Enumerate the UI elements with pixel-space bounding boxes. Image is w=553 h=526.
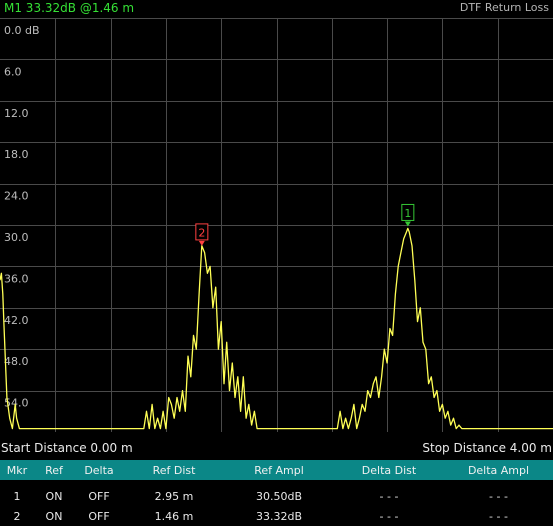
cell-delta: OFF (88, 489, 110, 503)
y-tick-label: 24.0 (4, 190, 29, 203)
distance-range-bar: Start Distance 0.00 m Stop Distance 4.00… (0, 432, 553, 460)
y-tick-label: 36.0 (4, 272, 29, 285)
return-loss-trace (0, 227, 553, 430)
trace-layer (0, 227, 553, 430)
col-header-ref-ampl: Ref Ampl (224, 460, 334, 480)
col-header-mkr: Mkr (0, 460, 34, 480)
table-row[interactable]: 2 ON OFF 1.46 m 33.32dB - - - - - - (0, 506, 553, 526)
marker-pointer-icon (198, 240, 205, 246)
cell-delta-ampl: - - - (489, 509, 508, 523)
y-tick-label: 42.0 (4, 314, 29, 327)
col-header-delta-dist: Delta Dist (334, 460, 444, 480)
marker-table: Mkr Ref Delta Ref Dist Ref Ampl Delta Di… (0, 460, 553, 526)
marker-table-header: Mkr Ref Delta Ref Dist Ref Ampl Delta Di… (0, 460, 553, 480)
cell-mkr: 2 (13, 509, 21, 523)
y-tick-label: 48.0 (4, 355, 29, 368)
cell-ref-ampl: 30.50dB (255, 489, 303, 503)
table-row[interactable]: 1 ON OFF 2.95 m 30.50dB - - - - - - (0, 480, 553, 506)
cell-delta-dist: - - - (379, 489, 399, 503)
marker-label: 2 (198, 226, 205, 239)
y-tick-label: 18.0 (4, 148, 29, 161)
cell-delta-dist: - - - (379, 509, 399, 523)
cell-delta: OFF (88, 509, 110, 523)
col-header-delta-ampl: Delta Ampl (444, 460, 553, 480)
col-header-ref-dist: Ref Dist (124, 460, 224, 480)
header-bar: M1 33.32dB @1.46 m DTF Return Loss (0, 0, 553, 18)
y-tick-label: 12.0 (4, 107, 29, 120)
plot-grid (0, 18, 553, 432)
marker-2[interactable]: 2 (195, 223, 209, 246)
start-distance[interactable]: Start Distance 0.00 m (1, 441, 133, 455)
marker-1[interactable]: 1 (401, 203, 415, 227)
cell-ref: ON (45, 489, 63, 503)
cell-delta-ampl: - - - (489, 489, 508, 503)
dtf-plot[interactable]: 0.0 dB6.012.018.024.030.036.042.048.054.… (0, 18, 553, 432)
marker-label: 1 (404, 207, 411, 220)
cell-ref-dist: 1.46 m (154, 509, 194, 523)
y-tick-labels: 0.0 dB6.012.018.024.030.036.042.048.054.… (4, 24, 40, 410)
col-header-ref: Ref (34, 460, 74, 480)
cell-mkr: 1 (13, 489, 21, 503)
cell-ref-dist: 2.95 m (154, 489, 194, 503)
y-tick-label: 6.0 (4, 65, 22, 78)
y-tick-label: 0.0 dB (4, 24, 40, 37)
marker-readout: M1 33.32dB @1.46 m (4, 1, 135, 15)
cell-ref: ON (45, 509, 63, 523)
y-tick-label: 30.0 (4, 231, 29, 244)
cell-ref-ampl: 33.32dB (255, 509, 303, 523)
trace-title: DTF Return Loss (459, 1, 549, 14)
stop-distance[interactable]: Stop Distance 4.00 m (422, 441, 552, 455)
col-header-delta: Delta (74, 460, 124, 480)
